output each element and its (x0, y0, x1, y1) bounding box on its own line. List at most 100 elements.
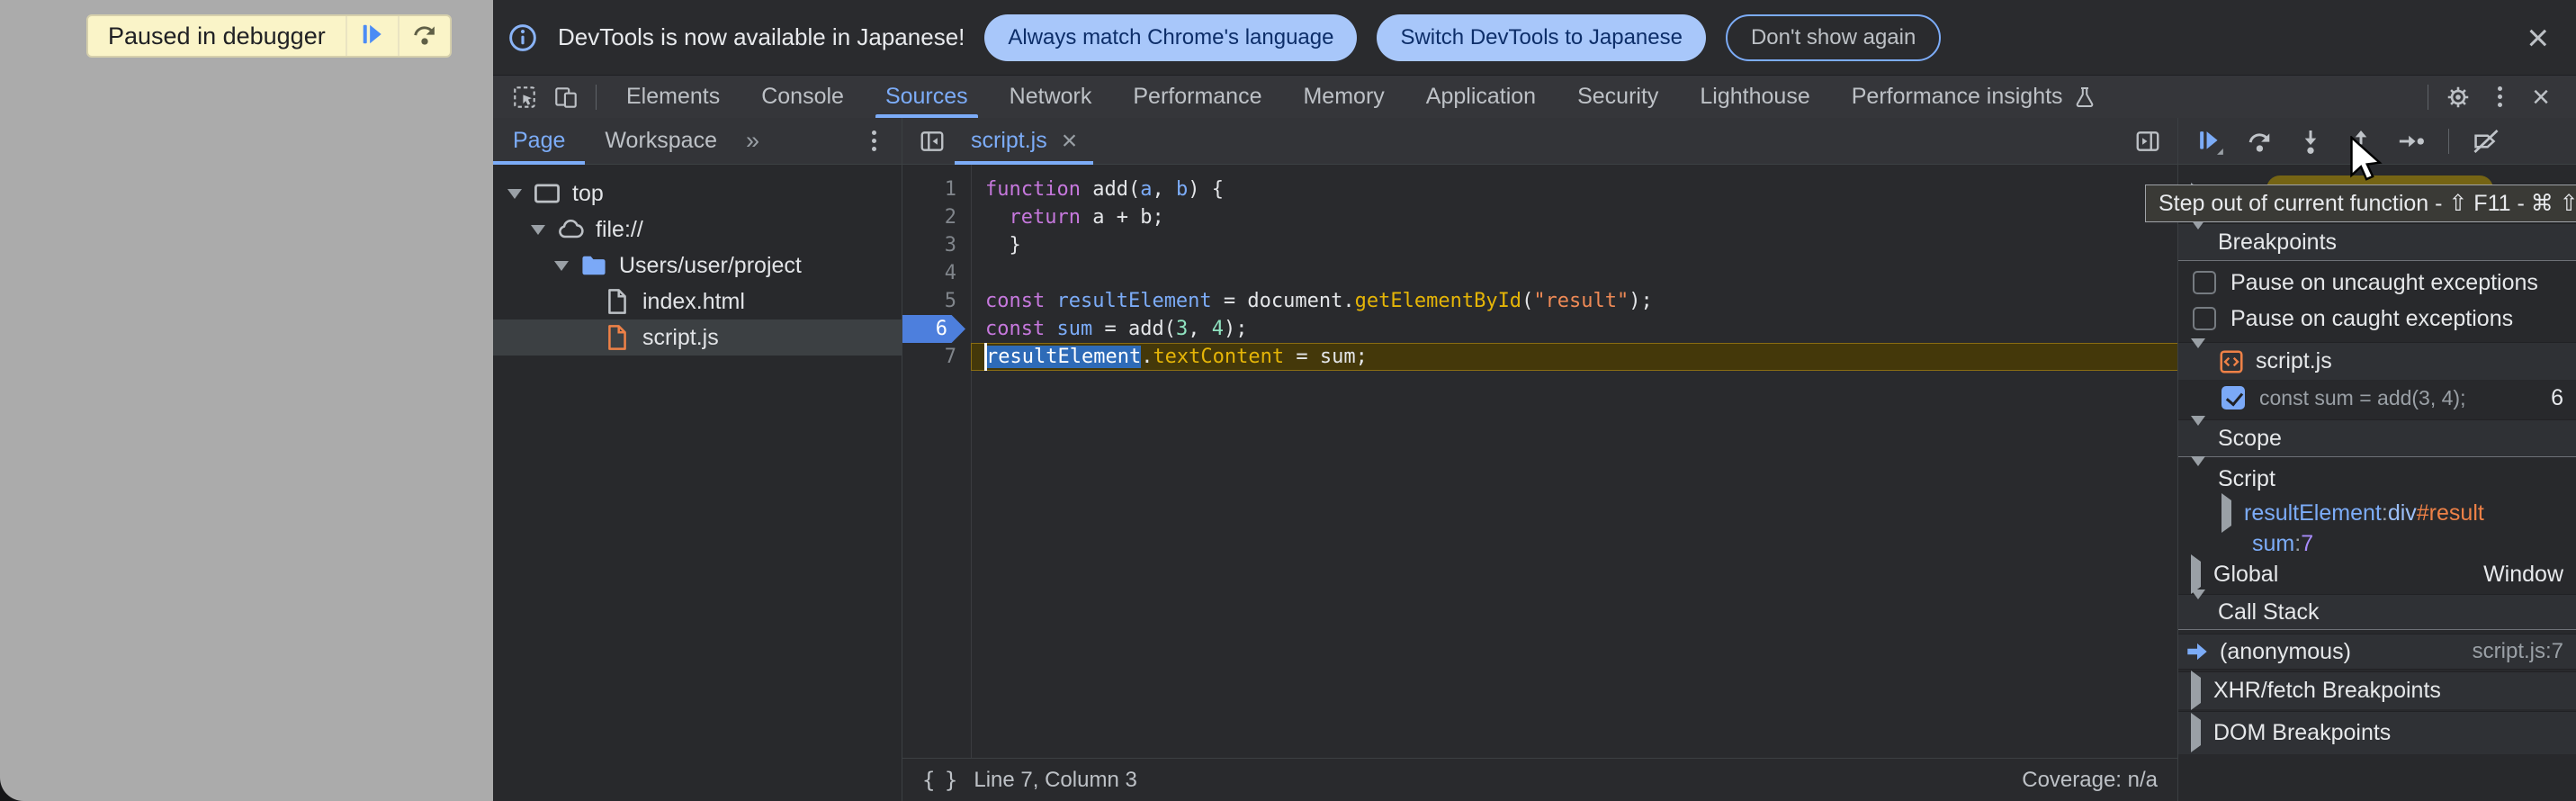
code-line-7[interactable]: 7resultElement.textContent = sum; (902, 343, 2177, 371)
tab-label: Memory (1303, 84, 1384, 110)
tab-application[interactable]: Application (1405, 76, 1557, 118)
code-line-2[interactable]: 2 return a + b; (902, 203, 2177, 231)
pause-caught-label: Pause on caught exceptions (2230, 306, 2513, 332)
editor-tab-label: script.js (971, 128, 1047, 154)
call-stack-section-header[interactable]: Call Stack (2178, 594, 2576, 630)
collapse-debugger-sidebar-icon[interactable] (2127, 123, 2168, 159)
devtools-close-icon[interactable]: × (2520, 79, 2562, 115)
code-line-6[interactable]: 6const sum = add(3, 4); (902, 315, 2177, 343)
collapse-navigator-icon[interactable] (911, 123, 953, 159)
tab-performance[interactable]: Performance (1112, 76, 1282, 118)
tree-item-label: file:// (596, 217, 643, 243)
tab-label: Sources (885, 84, 968, 110)
code-line-4[interactable]: 4 (902, 259, 2177, 287)
step-out-icon[interactable] (2338, 122, 2383, 161)
kebab-icon (856, 123, 892, 159)
tree-item-file-[interactable]: file:// (493, 212, 902, 248)
navigator-menu-kebab-icon[interactable] (853, 123, 894, 159)
script-scope-row[interactable]: Script (2178, 461, 2576, 497)
always-match-language-button[interactable]: Always match Chrome's language (984, 14, 1357, 61)
var-name: sum (2252, 531, 2294, 557)
global-scope-row[interactable]: Global Window (2178, 558, 2576, 590)
folder-icon (579, 251, 608, 280)
resume-script-button[interactable] (346, 16, 398, 56)
line-number[interactable]: 2 (902, 203, 971, 231)
breakpoint-file-group-header[interactable]: script.js (2178, 342, 2576, 380)
pause-uncaught-exceptions-row[interactable]: Pause on uncaught exceptions (2178, 265, 2576, 301)
editor-status-bar: { } Line 7, Column 3 Coverage: n/a (902, 758, 2177, 801)
settings-gear-icon[interactable] (2437, 79, 2479, 115)
step-icon[interactable] (2389, 122, 2434, 161)
line-number[interactable]: 3 (902, 231, 971, 259)
tab-memory[interactable]: Memory (1282, 76, 1405, 118)
deactivate-breakpoints-icon[interactable] (2464, 122, 2509, 161)
sources-navigator-panel: Page Workspace » top file:// Users/user/pr… (493, 118, 902, 801)
tooltip-text: Step out of current function - ⇧ F11 - ⌘… (2159, 190, 2576, 217)
breakpoint-line-number: 6 (2551, 385, 2563, 411)
dom-breakpoints-section-header[interactable]: DOM Breakpoints (2178, 711, 2576, 754)
code-line-5[interactable]: 5const resultElement = document.getEleme… (902, 287, 2177, 315)
tree-item-script-js[interactable]: script.js (493, 320, 902, 356)
xhr-breakpoints-section-header[interactable]: XHR/fetch Breakpoints (2178, 671, 2576, 709)
notification-bar: DevTools is now available in Japanese! A… (493, 0, 2576, 76)
code-line-3[interactable]: 3 } (902, 231, 2177, 259)
tab-sources[interactable]: Sources (865, 76, 989, 118)
tab-lighthouse[interactable]: Lighthouse (1679, 76, 1830, 118)
tree-item-Users-user-project[interactable]: Users/user/project (493, 248, 902, 284)
tab-performance-insights[interactable]: Performance insights (1831, 76, 2118, 118)
navigator-tab-workspace[interactable]: Workspace (585, 118, 737, 165)
pause-caught-exceptions-row[interactable]: Pause on caught exceptions (2178, 301, 2576, 337)
scope-section-header[interactable]: Scope (2178, 419, 2576, 457)
call-stack-frame-row[interactable]: (anonymous) script.js:7 (2178, 634, 2576, 670)
breakpoint-enabled-checkbox[interactable] (2221, 386, 2245, 410)
more-options-kebab-icon[interactable] (2479, 79, 2520, 115)
pause-uncaught-checkbox[interactable] (2193, 271, 2216, 294)
line-number[interactable]: 5 (902, 287, 971, 315)
line-number[interactable]: 4 (902, 259, 971, 287)
scope-var-sum-row[interactable]: sum: 7 (2178, 529, 2576, 558)
dont-show-again-button[interactable]: Don't show again (1726, 14, 1941, 61)
scope-var-resultelement-row[interactable]: resultElement: div#result (2178, 497, 2576, 529)
inspect-element-icon[interactable] (504, 79, 545, 115)
step-over-icon[interactable] (2238, 122, 2283, 161)
devtools-window: DevTools is now available in Japanese! A… (493, 0, 2576, 801)
breakpoints-section-header[interactable]: Breakpoints (2178, 223, 2576, 261)
var-value-id: #result (2417, 500, 2484, 526)
tab-label: Application (1426, 84, 1536, 110)
notification-close-icon[interactable]: × (2527, 19, 2549, 57)
more-tabs-icon[interactable]: » (737, 127, 768, 155)
step-over-button-banner[interactable] (398, 16, 450, 56)
tree-item-label: index.html (642, 289, 745, 315)
line-number[interactable]: 1 (902, 176, 971, 203)
expand-arrow-icon (554, 261, 569, 271)
source-editor-panel: script.js × 6 1function add(a, b) {2 ret… (902, 118, 2177, 801)
tab-console[interactable]: Console (740, 76, 865, 118)
tab-label: Security (1577, 84, 1658, 110)
breakpoint-entry-row[interactable]: const sum = add(3, 4); 6 (2178, 380, 2576, 416)
tab-elements[interactable]: Elements (606, 76, 740, 118)
code-line-1[interactable]: 1function add(a, b) { (902, 176, 2177, 203)
cloud-icon (556, 215, 585, 244)
editor-tab-close-icon[interactable]: × (1062, 128, 1078, 155)
tab-label: Lighthouse (1700, 84, 1809, 110)
notification-message: DevTools is now available in Japanese! (558, 23, 965, 51)
tab-network[interactable]: Network (989, 76, 1113, 118)
navigator-tab-page[interactable]: Page (493, 118, 585, 165)
device-toolbar-icon[interactable] (545, 79, 587, 115)
tab-label: Performance (1133, 84, 1261, 110)
tree-item-label: top (572, 181, 604, 207)
step-into-icon[interactable] (2288, 122, 2333, 161)
tree-item-top[interactable]: top (493, 176, 902, 212)
resume-script-icon[interactable] (2187, 122, 2232, 161)
pretty-print-icon[interactable]: { } (922, 768, 956, 793)
switch-to-japanese-button[interactable]: Switch DevTools to Japanese (1377, 14, 1706, 61)
editor-tab-scriptjs[interactable]: script.js × (953, 118, 1095, 165)
tree-item-index-html[interactable]: index.html (493, 284, 902, 320)
code-area[interactable]: 6 1function add(a, b) {2 return a + b;3 … (902, 165, 2177, 758)
pause-caught-checkbox[interactable] (2193, 307, 2216, 330)
var-name: resultElement (2244, 500, 2382, 526)
tab-security[interactable]: Security (1557, 76, 1679, 118)
line-number[interactable]: 7 (902, 343, 971, 371)
scope-label: Scope (2218, 426, 2282, 452)
devtools-tab-strip: ElementsConsole Sources Network Performance… (606, 76, 2118, 118)
